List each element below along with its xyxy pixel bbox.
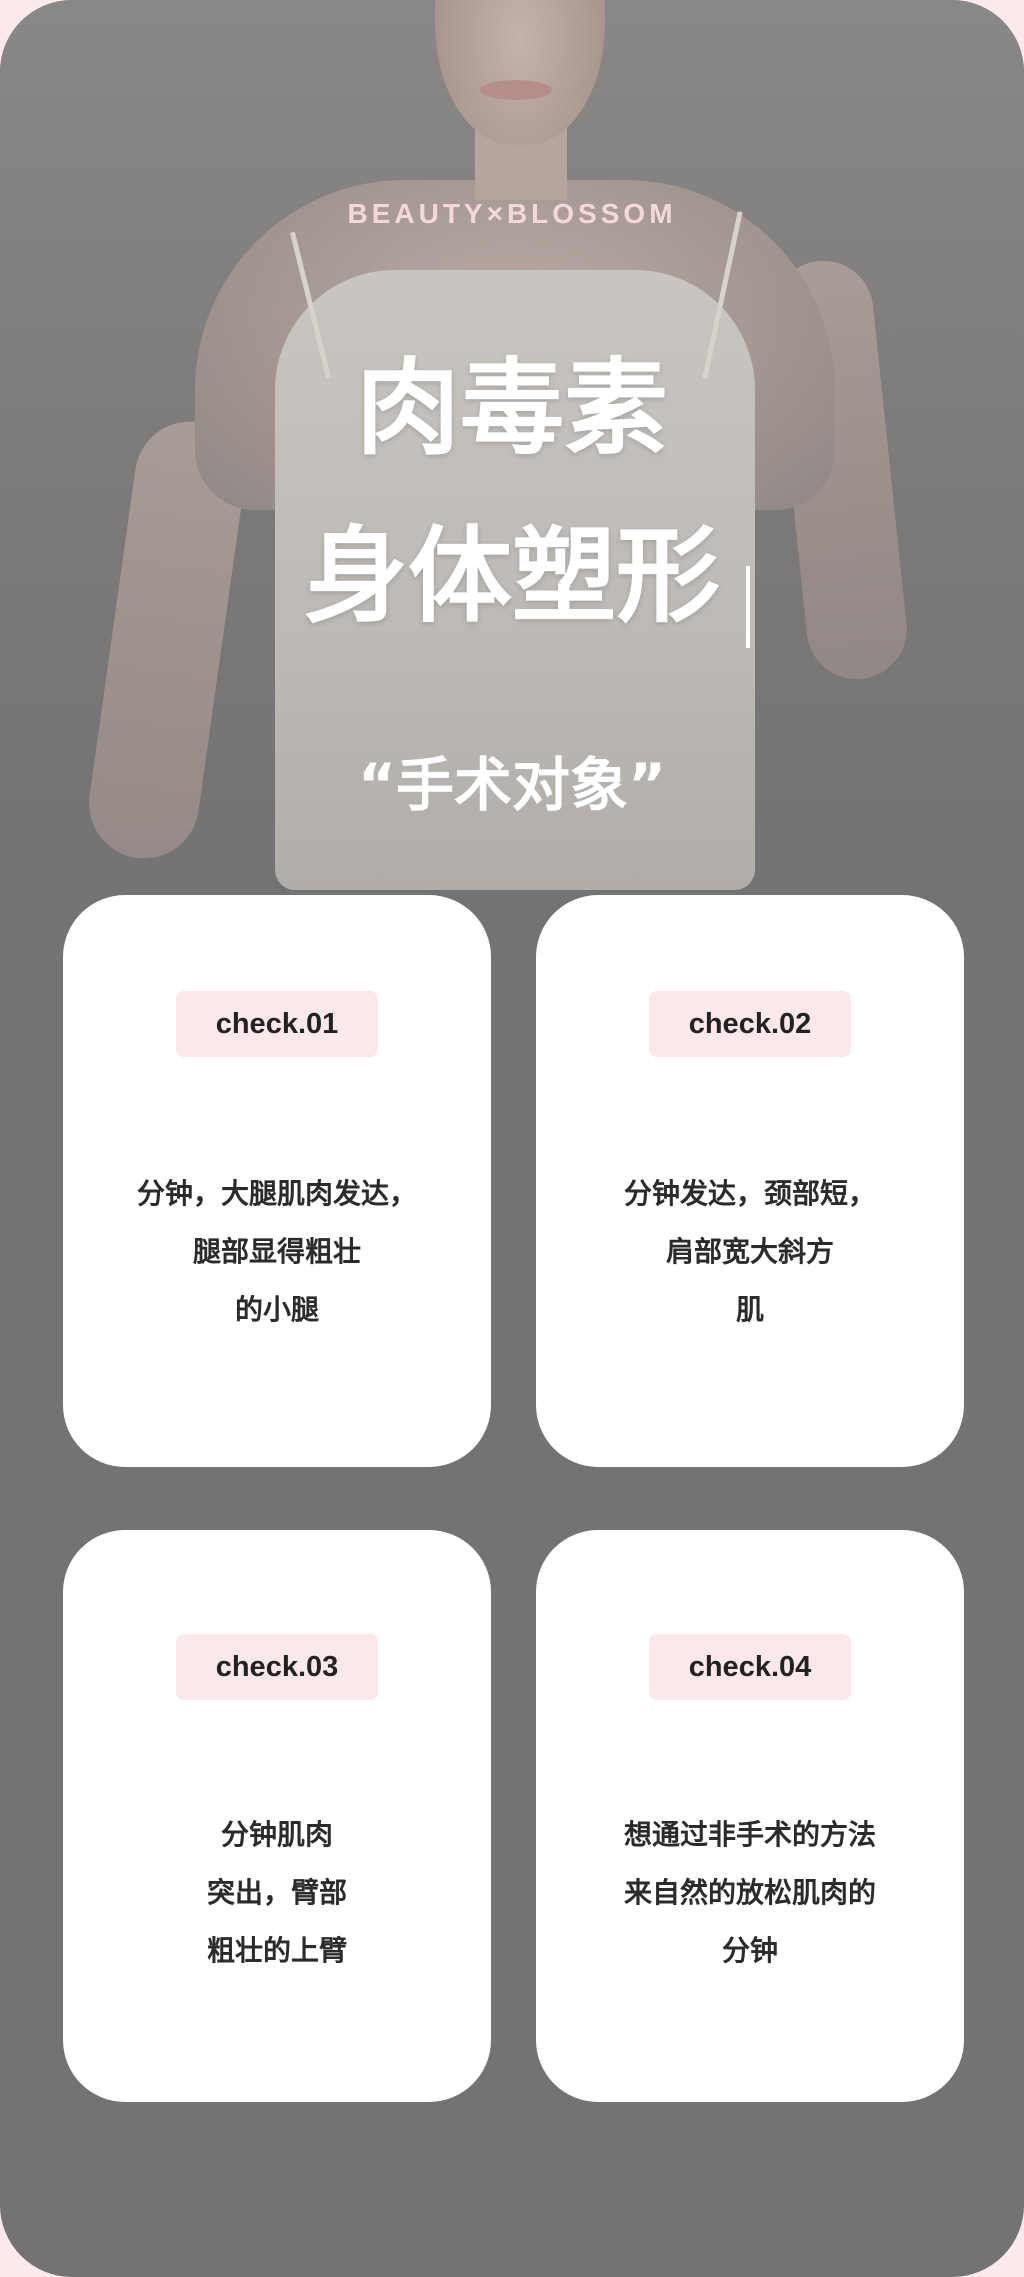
description-line: 分钟肌肉 [220, 1818, 333, 1851]
check-card-2: check.02 分钟发达，颈部短， 肩部宽大斜方 肌 [536, 895, 964, 1467]
check-description: 分钟，大腿肌肉发达， 腿部显得粗壮 的小腿 [63, 1165, 491, 1339]
check-badge: check.02 [649, 991, 851, 1057]
page-subtitle: “手术对象” [357, 751, 667, 819]
check-badge: check.01 [176, 991, 378, 1057]
description-line: 腿部显得粗壮 [192, 1235, 361, 1268]
description-line: 的小腿 [234, 1293, 319, 1326]
check-badge: check.03 [176, 1634, 378, 1700]
check-description: 想通过非手术的方法 来自然的放松肌肉的 分钟 [536, 1806, 964, 1980]
page-title-line2: 身体塑形 [303, 515, 720, 637]
description-line: 突出，臂部 [206, 1876, 347, 1909]
description-line: 肌 [735, 1293, 764, 1326]
description-line: 想通过非手术的方法 [623, 1818, 876, 1851]
page-title-line1: 肉毒素 [355, 347, 668, 469]
check-description: 分钟肌肉 突出，臂部 粗壮的上臂 [63, 1806, 491, 1980]
model-lips [480, 80, 552, 100]
brand-logo: BEAUTY×BLOSSOM [347, 198, 677, 229]
main-panel: BEAUTY×BLOSSOM 肉毒素 身体塑形 “手术对象” check.01 … [0, 0, 1024, 2277]
description-line: 来自然的放松肌肉的 [623, 1876, 876, 1909]
description-line: 分钟 [721, 1934, 778, 1967]
text-cursor-mark [746, 566, 750, 648]
check-badge: check.04 [649, 1634, 851, 1700]
description-line: 分钟，大腿肌肉发达， [136, 1177, 417, 1210]
check-description: 分钟发达，颈部短， 肩部宽大斜方 肌 [536, 1165, 964, 1339]
description-line: 肩部宽大斜方 [665, 1235, 834, 1268]
check-card-1: check.01 分钟，大腿肌肉发达， 腿部显得粗壮 的小腿 [63, 895, 491, 1467]
check-card-3: check.03 分钟肌肉 突出，臂部 粗壮的上臂 [63, 1530, 491, 2102]
description-line: 粗壮的上臂 [206, 1934, 347, 1967]
model-head [435, 0, 605, 145]
description-line: 分钟发达，颈部短， [623, 1177, 876, 1210]
check-card-4: check.04 想通过非手术的方法 来自然的放松肌肉的 分钟 [536, 1530, 964, 2102]
